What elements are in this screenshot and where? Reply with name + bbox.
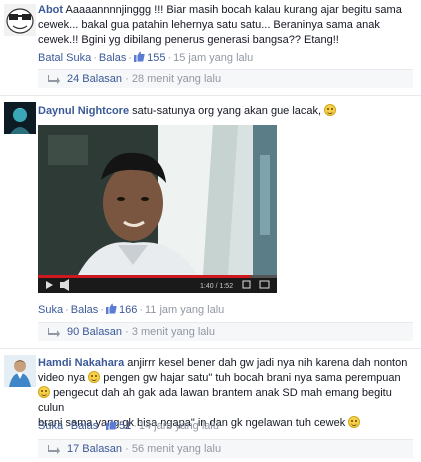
reply-link[interactable]: Balas: [99, 52, 127, 64]
comment-line: pengecut dah ah gak ada lawan brantem an…: [38, 387, 392, 414]
comment-1-actions: Batal Suka · Balas · 155 · 15 jam yang lalu: [38, 51, 254, 64]
anime-avatar[interactable]: [4, 102, 36, 134]
comment-line: anjirrr kesel bener dah gw jadi nya nih …: [127, 357, 408, 369]
reply-arrow-icon: [48, 328, 60, 337]
comment-1-text: Abot Aaaaannnnjinggg !!! Biar masih boca…: [38, 3, 418, 48]
replies-bar[interactable]: 24 Balasan · 28 menit yang lalu: [38, 69, 413, 88]
thumbs-up-icon: [134, 51, 145, 62]
comment-line: cewek.!! Bgini yg dibilang penerus gener…: [38, 34, 339, 46]
author-name[interactable]: Abot: [38, 4, 63, 16]
comment-text: satu-satunya org yang akan gue lacak,: [132, 105, 322, 117]
smiley-emoji-icon: [88, 371, 101, 383]
like-link[interactable]: Suka: [38, 420, 63, 432]
meme-face-avatar[interactable]: [4, 4, 36, 36]
thumbs-up-icon: [105, 419, 117, 430]
timestamp[interactable]: 15 jam yang lalu: [173, 52, 253, 64]
comment-line: cewek... bakal gua patahin lehernya satu…: [38, 19, 380, 31]
comment-2-actions: Suka · Balas · 166 · 11 jam yang lalu: [38, 303, 225, 316]
author-name[interactable]: Daynul Nightcore: [38, 105, 129, 117]
reply-count[interactable]: 24 Balasan: [67, 73, 122, 85]
reply-link[interactable]: Balas: [71, 304, 99, 316]
comment-line: Aaaaannnnjinggg !!! Biar masih bocah kal…: [65, 4, 402, 16]
unlike-link[interactable]: Batal Suka: [38, 52, 91, 64]
like-count[interactable]: 155: [134, 51, 165, 64]
smiley-emoji-icon: [324, 104, 337, 116]
like-link[interactable]: Suka: [38, 304, 63, 316]
last-reply-time: 56 menit yang lalu: [131, 443, 222, 455]
replies-bar[interactable]: 90 Balasan · 3 menit yang lalu: [38, 322, 413, 341]
reply-link[interactable]: Balas: [71, 420, 99, 432]
video-embed[interactable]: 1:40 / 1:52: [38, 125, 277, 293]
comment-line: video nya: [38, 372, 86, 384]
video-progress: [38, 275, 251, 278]
thumbs-up-icon: [105, 303, 117, 314]
last-reply-time: 28 menit yang lalu: [131, 73, 222, 85]
like-count[interactable]: 51: [105, 419, 131, 432]
reply-arrow-icon: [48, 75, 60, 84]
volume-icon: [60, 282, 64, 288]
replies-bar[interactable]: 17 Balasan · 56 menit yang lalu: [38, 439, 413, 458]
smiley-emoji-icon: [38, 386, 50, 398]
timestamp[interactable]: 11 jam yang lalu: [145, 304, 224, 316]
video-frame: 1:40 / 1:52: [38, 125, 277, 293]
reply-count[interactable]: 90 Balasan: [67, 326, 122, 338]
author-name[interactable]: Hamdi Nakahara: [38, 357, 124, 369]
person-avatar[interactable]: [4, 355, 36, 387]
smiley-emoji-icon: [348, 416, 361, 428]
like-count[interactable]: 166: [105, 303, 137, 316]
comment-3-actions: Suka · Balas · 51 · 14 jam yang lalu: [38, 419, 219, 432]
comment-line: pengen gw hajar satu" tuh bocah brani ny…: [103, 372, 401, 384]
video-time: 1:40 / 1:52: [200, 283, 233, 290]
reply-arrow-icon: [48, 445, 60, 454]
comment-2-text: Daynul Nightcore satu-satunya org yang a…: [38, 104, 418, 119]
divider: [0, 348, 421, 349]
divider: [0, 95, 421, 96]
last-reply-time: 3 menit yang lalu: [131, 326, 215, 338]
reply-count[interactable]: 17 Balasan: [67, 443, 122, 455]
timestamp[interactable]: 14 jam yang lalu: [139, 420, 219, 432]
